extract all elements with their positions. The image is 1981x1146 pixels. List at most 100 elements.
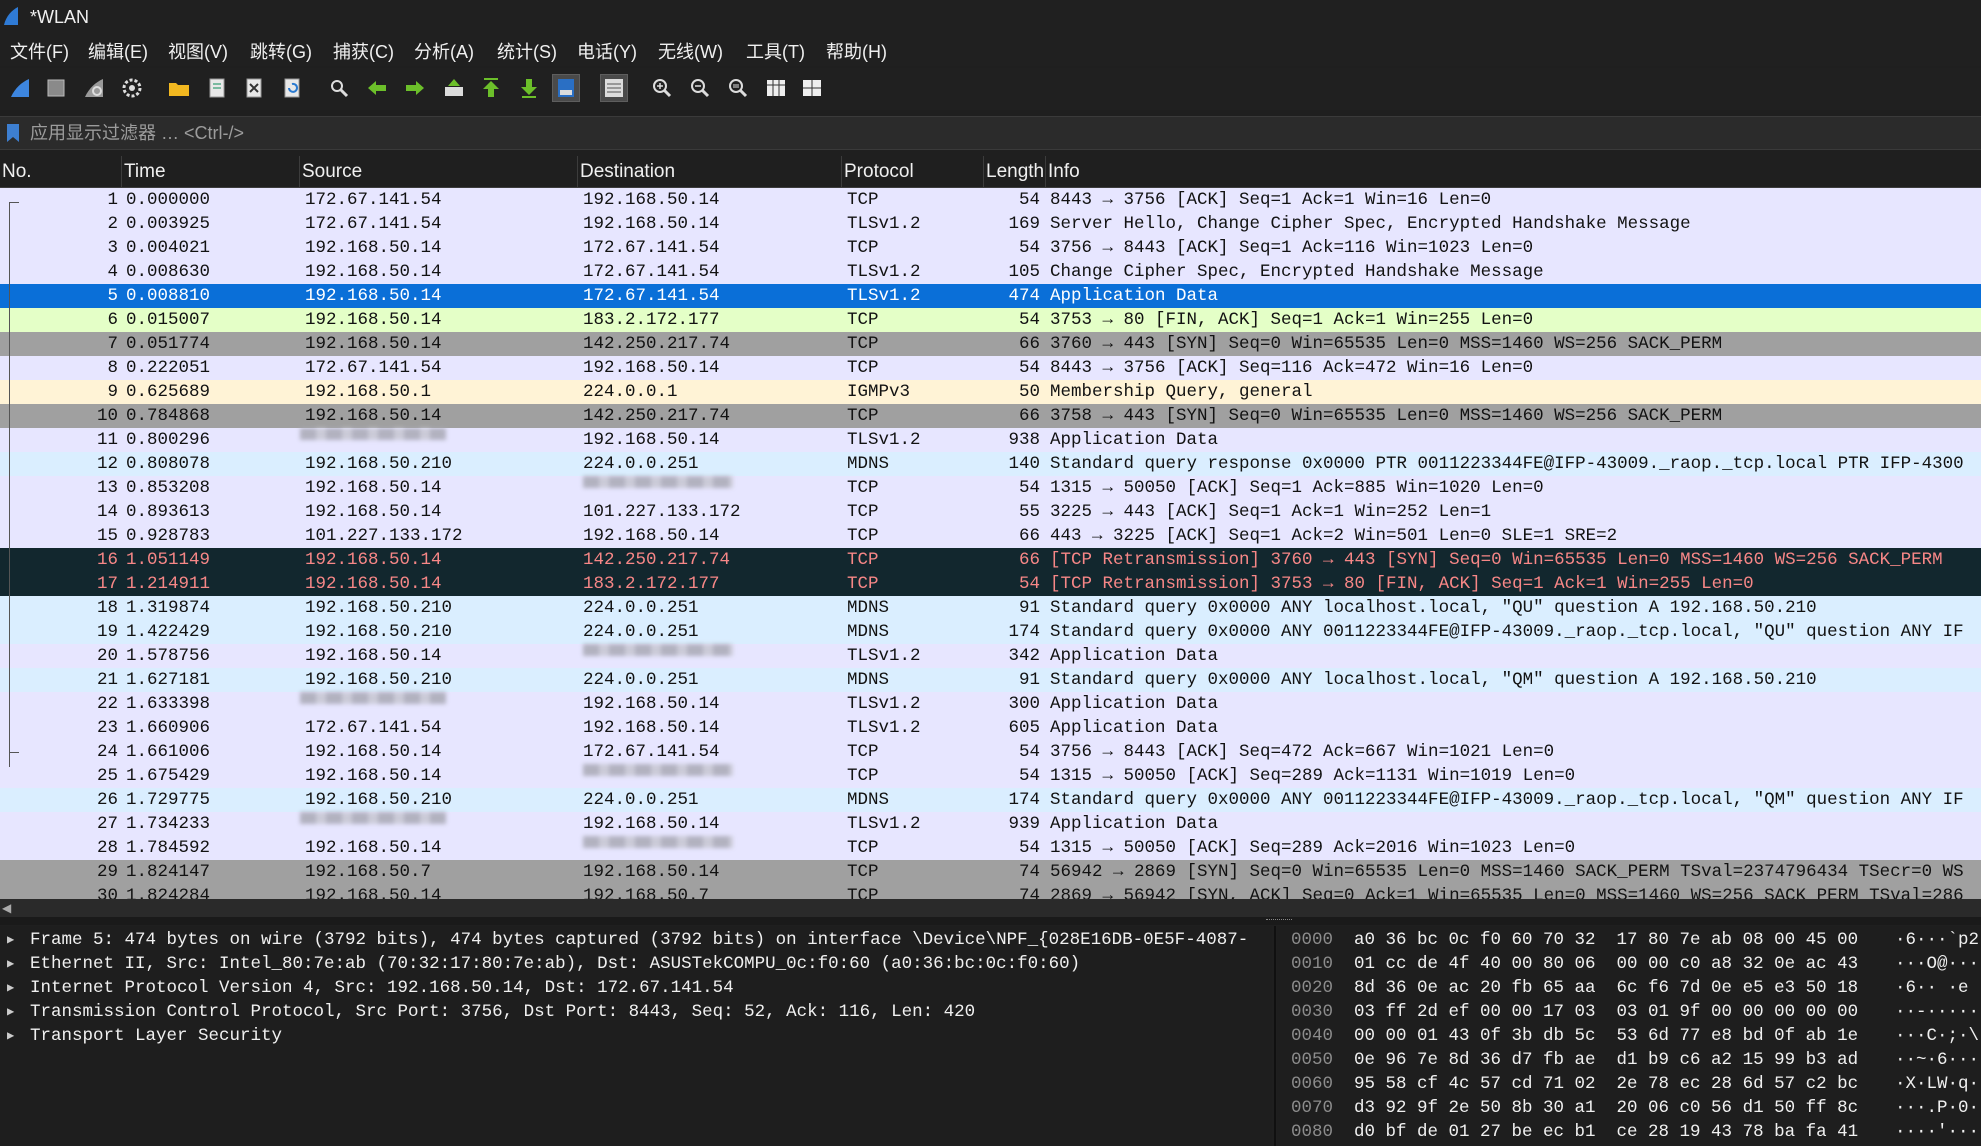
colorize-button[interactable] (600, 74, 628, 102)
hex-dump-row[interactable]: 0020 8d 36 0e ac 20 fb 65 aa 6c f6 7d 0e … (1277, 976, 1981, 1000)
expand-triangle-icon[interactable]: ▶ (7, 1024, 14, 1048)
packet-row[interactable]: 14 0.893613 192.168.50.14 101.227.133.172 TC… (0, 500, 1981, 524)
go-last-packet-button[interactable] (515, 74, 543, 102)
scroll-left-icon[interactable]: ◀ (2, 901, 11, 915)
stop-square-button[interactable] (42, 74, 70, 102)
column-header-source[interactable]: Source (300, 156, 578, 187)
packet-row[interactable]: 4 0.008630 192.168.50.14 172.67.141.54 TLSv1… (0, 260, 1981, 284)
packet-row[interactable]: 30 1.824284 192.168.50.14 192.168.50.7 TCP 74… (0, 884, 1981, 899)
expand-triangle-icon[interactable]: ▶ (7, 928, 14, 952)
packet-row[interactable]: 13 0.853208 192.168.50.14 TCP 54 1315 → 50050… (0, 476, 1981, 500)
packet-row[interactable]: 26 1.729775 192.168.50.210 224.0.0.251 MDNS 1… (0, 788, 1981, 812)
packet-row[interactable]: 21 1.627181 192.168.50.210 224.0.0.251 MDNS 9… (0, 668, 1981, 692)
packet-row[interactable]: 24 1.661006 192.168.50.14 172.67.141.54 TCP 5… (0, 740, 1981, 764)
packet-details-pane[interactable]: ▶ Frame 5: 474 bytes on wire (3792 bits),… (0, 926, 1272, 1146)
expand-triangle-icon[interactable]: ▶ (7, 1000, 14, 1024)
packet-row[interactable]: 2 0.003925 172.67.141.54 192.168.50.14 TLSv1… (0, 212, 1981, 236)
close-file-button[interactable] (240, 74, 268, 102)
menu-item-9[interactable]: 工具(T) (746, 38, 805, 64)
packet-row[interactable]: 15 0.928783 101.227.133.172 192.168.50.14 TC… (0, 524, 1981, 548)
capture-options-gear-button[interactable] (118, 74, 146, 102)
zoom-out-button[interactable] (686, 74, 714, 102)
column-header-protocol[interactable]: Protocol (842, 156, 984, 187)
hex-dump-row[interactable]: 0000 a0 36 bc 0c f0 60 70 32 17 80 7e ab … (1277, 928, 1981, 952)
go-back-arrow-button[interactable] (363, 74, 391, 102)
packet-list[interactable]: 1 0.000000 172.67.141.54 192.168.50.14 TCP 54… (0, 188, 1981, 899)
hex-dump-row[interactable]: 0050 0e 96 7e 8d 36 d7 fb ae d1 b9 c6 a2 … (1277, 1048, 1981, 1072)
menu-item-2[interactable]: 视图(V) (168, 38, 228, 64)
packet-row[interactable]: 18 1.319874 192.168.50.210 224.0.0.251 MDNS 9… (0, 596, 1981, 620)
packet-dst: 224.0.0.251 (583, 622, 699, 642)
go-to-packet-button[interactable] (440, 74, 468, 102)
packet-row[interactable]: 12 0.808078 192.168.50.210 224.0.0.251 MDNS 1… (0, 452, 1981, 476)
go-forward-arrow-button[interactable] (401, 74, 429, 102)
column-header-info[interactable]: Info (1046, 156, 1981, 187)
packet-row[interactable]: 19 1.422429 192.168.50.210 224.0.0.251 MDNS 1… (0, 620, 1981, 644)
menu-item-6[interactable]: 统计(S) (497, 38, 557, 64)
detail-tree-item[interactable]: ▶ Transport Layer Security (0, 1024, 1272, 1048)
find-packet-button[interactable] (325, 74, 353, 102)
column-header-time[interactable]: Time (122, 156, 300, 187)
packet-list-horizontal-scrollbar[interactable]: ◀ (0, 899, 1981, 917)
detail-tree-item[interactable]: ▶ Frame 5: 474 bytes on wire (3792 bits),… (0, 928, 1272, 952)
detail-tree-item[interactable]: ▶ Ethernet II, Src: Intel_80:7e:ab (70:32… (0, 952, 1272, 976)
pane-splitter[interactable] (0, 917, 1981, 925)
hex-dump-row[interactable]: 0040 00 00 01 43 0f 3b db 5c 53 6d 77 e8 … (1277, 1024, 1981, 1048)
packet-row[interactable]: 11 0.800296 192.168.50.14 TLSv1.2 938 Applica… (0, 428, 1981, 452)
menu-item-10[interactable]: 帮助(H) (826, 38, 887, 64)
splitter-grip-icon[interactable] (1266, 919, 1292, 923)
hex-dump-row[interactable]: 0080 d0 bf de 01 27 be ec b1 ce 28 19 43 … (1277, 1120, 1981, 1144)
auto-scroll-button[interactable] (552, 74, 580, 102)
packet-row[interactable]: 3 0.004021 192.168.50.14 172.67.141.54 TCP 54… (0, 236, 1981, 260)
packet-bytes-pane[interactable]: 0000 a0 36 bc 0c f0 60 70 32 17 80 7e ab … (1277, 926, 1981, 1146)
packet-row[interactable]: 9 0.625689 192.168.50.1 224.0.0.1 IGMPv3 50 Me… (0, 380, 1981, 404)
packet-row[interactable]: 28 1.784592 192.168.50.14 TCP 54 1315 → 50050… (0, 836, 1981, 860)
expand-triangle-icon[interactable]: ▶ (7, 952, 14, 976)
packet-row[interactable]: 16 1.051149 192.168.50.14 142.250.217.74 TCP… (0, 548, 1981, 572)
menu-item-5[interactable]: 分析(A) (414, 38, 474, 64)
close-file-icon (246, 78, 262, 98)
display-filter-input[interactable] (30, 119, 1960, 147)
packet-row[interactable]: 22 1.633398 192.168.50.14 TLSv1.2 300 Applica… (0, 692, 1981, 716)
hex-dump-row[interactable]: 0030 03 ff 2d ef 00 00 17 03 03 01 9f 00 … (1277, 1000, 1981, 1024)
packet-row[interactable]: 29 1.824147 192.168.50.7 192.168.50.14 TCP 74… (0, 860, 1981, 884)
packet-row[interactable]: 10 0.784868 192.168.50.14 142.250.217.74 TCP… (0, 404, 1981, 428)
resize-columns-button[interactable] (762, 74, 790, 102)
pane-divider[interactable] (1274, 926, 1276, 1146)
packet-row-selected[interactable]: 5 0.008810 192.168.50.14 172.67.141.54 TLSv1… (0, 284, 1981, 308)
packet-row[interactable]: 23 1.660906 172.67.141.54 192.168.50.14 TLSv… (0, 716, 1981, 740)
packet-row[interactable]: 20 1.578756 192.168.50.14 TLSv1.2 342 Applica… (0, 644, 1981, 668)
packet-row[interactable]: 7 0.051774 192.168.50.14 142.250.217.74 TCP 6… (0, 332, 1981, 356)
zoom-in-button[interactable] (648, 74, 676, 102)
shark-fin-start-button[interactable] (6, 74, 34, 102)
go-first-packet-button[interactable] (477, 74, 505, 102)
menu-item-8[interactable]: 无线(W) (658, 38, 723, 64)
open-folder-button[interactable] (165, 74, 193, 102)
menu-item-3[interactable]: 跳转(G) (250, 38, 312, 64)
hex-dump-row[interactable]: 0010 01 cc de 4f 40 00 80 06 00 00 c0 a8 … (1277, 952, 1981, 976)
packet-row[interactable]: 6 0.015007 192.168.50.14 183.2.172.177 TCP 54… (0, 308, 1981, 332)
packet-row[interactable]: 25 1.675429 192.168.50.14 TCP 54 1315 → 50050… (0, 764, 1981, 788)
menu-item-4[interactable]: 捕获(C) (333, 38, 394, 64)
filter-bookmark-icon[interactable] (6, 123, 20, 143)
menu-item-0[interactable]: 文件(F) (10, 38, 69, 64)
packet-row[interactable]: 8 0.222051 172.67.141.54 192.168.50.14 TCP 54… (0, 356, 1981, 380)
packet-row[interactable]: 17 1.214911 192.168.50.14 183.2.172.177 TCP 5… (0, 572, 1981, 596)
expand-triangle-icon[interactable]: ▶ (7, 976, 14, 1000)
packet-row[interactable]: 27 1.734233 192.168.50.14 TLSv1.2 939 Applica… (0, 812, 1981, 836)
layout-button[interactable] (798, 74, 826, 102)
zoom-normal-button[interactable] (724, 74, 752, 102)
restart-fin-button[interactable] (80, 74, 108, 102)
detail-tree-item[interactable]: ▶ Internet Protocol Version 4, Src: 192.1… (0, 976, 1272, 1000)
reload-button[interactable] (278, 74, 306, 102)
save-file-button[interactable] (203, 74, 231, 102)
packet-row[interactable]: 1 0.000000 172.67.141.54 192.168.50.14 TCP 54… (0, 188, 1981, 212)
column-header-no[interactable]: No. (0, 156, 122, 187)
menu-item-7[interactable]: 电话(Y) (577, 38, 637, 64)
column-header-length[interactable]: Length (984, 156, 1046, 187)
column-header-destination[interactable]: Destination (578, 156, 842, 187)
menu-item-1[interactable]: 编辑(E) (88, 38, 148, 64)
hex-dump-row[interactable]: 0070 d3 92 9f 2e 50 8b 30 a1 20 06 c0 56 … (1277, 1096, 1981, 1120)
detail-tree-item[interactable]: ▶ Transmission Control Protocol, Src Port… (0, 1000, 1272, 1024)
hex-dump-row[interactable]: 0060 95 58 cf 4c 57 cd 71 02 2e 78 ec 28 … (1277, 1072, 1981, 1096)
